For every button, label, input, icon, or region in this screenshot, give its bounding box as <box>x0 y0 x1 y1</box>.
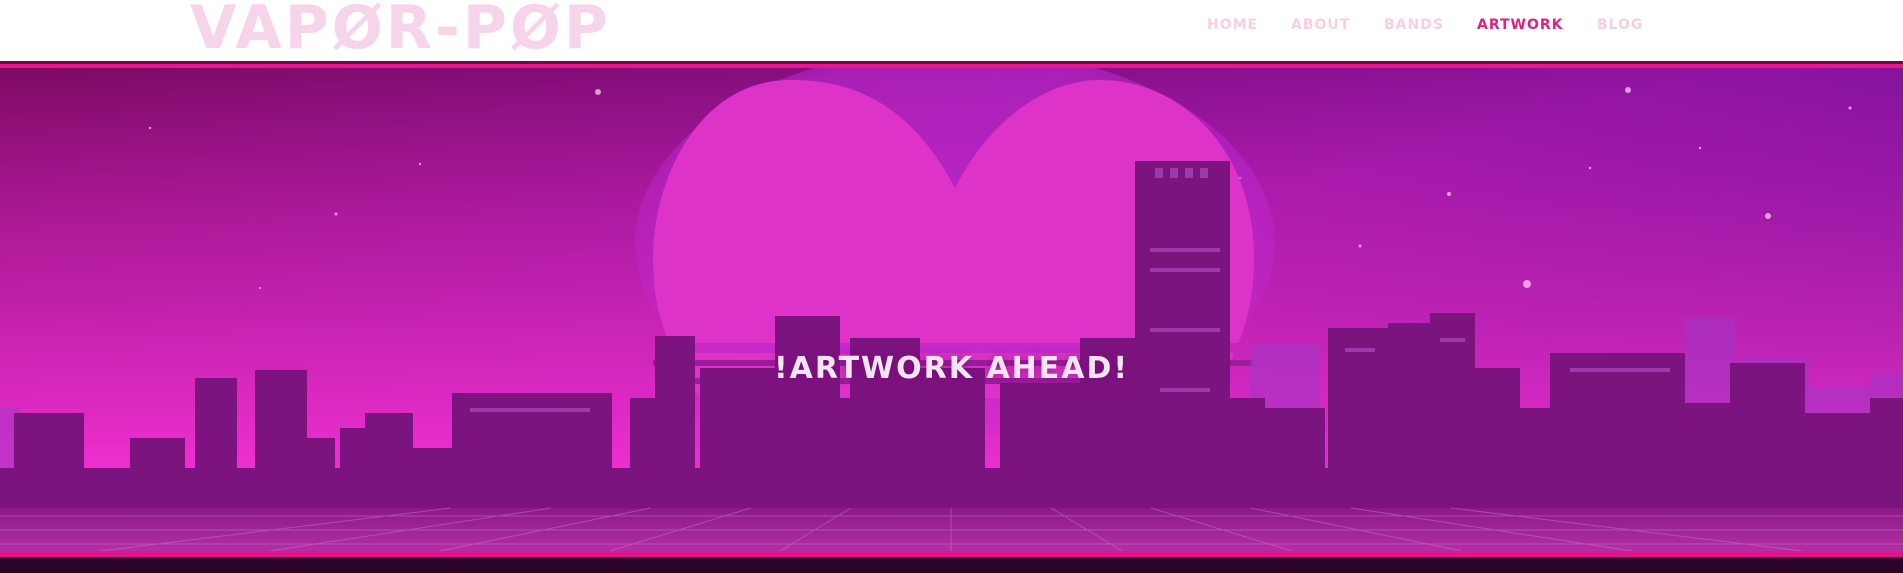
nav-item-blog[interactable]: BLOG <box>1597 17 1644 33</box>
hero-title: !ARTWORK AHEAD! <box>773 351 1130 386</box>
hero-bottom-divider <box>0 557 1903 573</box>
nav-item-home[interactable]: HOME <box>1207 17 1258 33</box>
nav-item-about[interactable]: ABOUT <box>1291 17 1350 33</box>
site-header: VAPØR-PØP HOME ABOUT BANDS ARTWORK BLOG <box>0 0 1903 63</box>
nav-item-bands[interactable]: BANDS <box>1384 17 1444 33</box>
main-nav: HOME ABOUT BANDS ARTWORK BLOG <box>0 17 1903 41</box>
hero-banner: !ARTWORK AHEAD! <box>0 68 1903 551</box>
hero-artwork <box>0 68 1903 551</box>
nav-item-artwork[interactable]: ARTWORK <box>1477 17 1564 33</box>
